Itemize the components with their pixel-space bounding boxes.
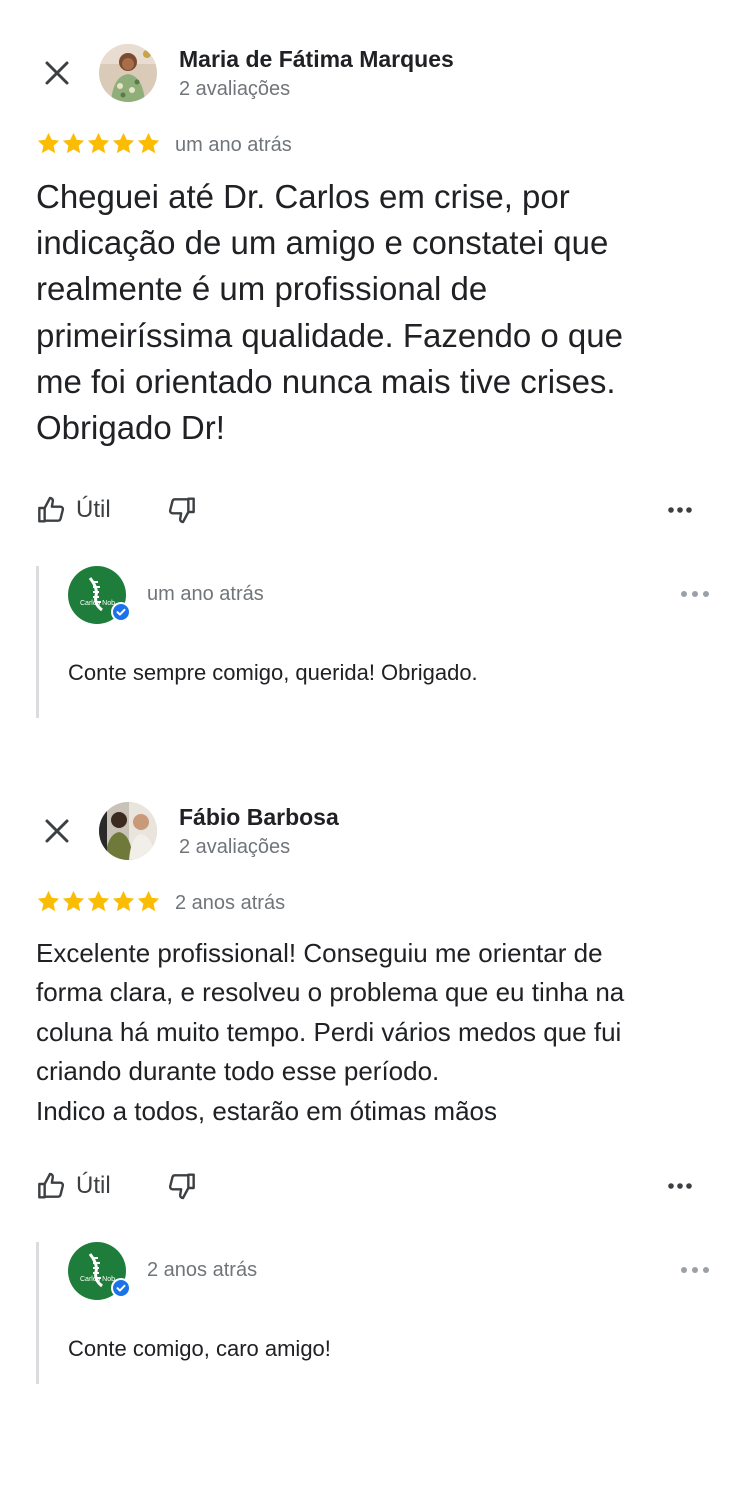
- owner-logo-text: Carlos Nob: [80, 600, 115, 607]
- owner-avatar[interactable]: Carlos Nob: [68, 566, 131, 624]
- star-rating: [36, 889, 161, 914]
- helpful-label: Útil: [76, 496, 111, 523]
- star-rating: [36, 131, 161, 156]
- star-icon: [87, 132, 110, 154]
- star-icon: [62, 890, 85, 912]
- more-options-button[interactable]: [664, 1172, 696, 1200]
- star-icon: [37, 890, 60, 912]
- author-name[interactable]: Fábio Barbosa: [179, 804, 339, 831]
- star-icon: [137, 132, 160, 154]
- owner-response: Carlos Nob um ano atrás Conte sempre com…: [36, 566, 726, 718]
- review-text: Excelente profissional! Conseguiu me ori…: [36, 938, 625, 1126]
- reply-date: um ano atrás: [147, 583, 264, 605]
- reply-date: 2 anos atrás: [147, 1259, 258, 1281]
- star-icon: [37, 132, 60, 154]
- reply-text: Conte comigo, caro amigo!: [68, 1336, 331, 1361]
- helpful-button[interactable]: Útil: [36, 490, 111, 530]
- thumbs-down-icon: [168, 497, 195, 524]
- author-review-count: 2 avaliações: [179, 78, 291, 100]
- more-horizontal-icon: [681, 1267, 709, 1273]
- close-icon: [45, 61, 69, 85]
- not-helpful-button[interactable]: [163, 492, 199, 528]
- not-helpful-button[interactable]: [163, 1168, 199, 1204]
- author-name[interactable]: Maria de Fátima Marques: [179, 46, 454, 73]
- more-options-button[interactable]: [664, 496, 696, 524]
- thumbs-down-icon: [168, 1173, 195, 1200]
- star-icon: [112, 132, 135, 154]
- owner-response: Carlos Nob 2 anos atrás Conte comigo, ca…: [36, 1242, 726, 1384]
- review-actions: Útil: [36, 1166, 716, 1206]
- more-horizontal-icon: [668, 1183, 692, 1189]
- reply-text: Conte sempre comigo, querida! Obrigado.: [68, 660, 478, 685]
- more-horizontal-icon: [668, 507, 692, 513]
- thumbs-up-icon: [38, 496, 65, 523]
- owner-logo-text: Carlos Nob: [80, 1276, 115, 1283]
- helpful-label: Útil: [76, 1172, 111, 1199]
- author-review-count: 2 avaliações: [179, 836, 291, 858]
- star-icon: [137, 890, 160, 912]
- review-date: 2 anos atrás: [175, 892, 286, 914]
- review-date: um ano atrás: [175, 134, 292, 156]
- helpful-button[interactable]: Útil: [36, 1166, 111, 1206]
- owner-avatar[interactable]: Carlos Nob: [68, 1242, 131, 1300]
- more-horizontal-icon: [681, 591, 709, 597]
- star-icon: [87, 890, 110, 912]
- close-button[interactable]: [38, 56, 76, 90]
- reply-more-options-button[interactable]: [679, 582, 711, 606]
- author-avatar[interactable]: [99, 802, 157, 860]
- review-text: Cheguei até Dr. Carlos em crise, por ind…: [36, 178, 623, 447]
- star-icon: [62, 132, 85, 154]
- close-icon: [45, 819, 69, 843]
- reply-more-options-button[interactable]: [679, 1258, 711, 1282]
- star-icon: [112, 890, 135, 912]
- author-avatar[interactable]: [99, 44, 157, 102]
- thumbs-up-icon: [38, 1172, 65, 1199]
- review-actions: Útil: [36, 490, 716, 530]
- close-button[interactable]: [38, 814, 76, 848]
